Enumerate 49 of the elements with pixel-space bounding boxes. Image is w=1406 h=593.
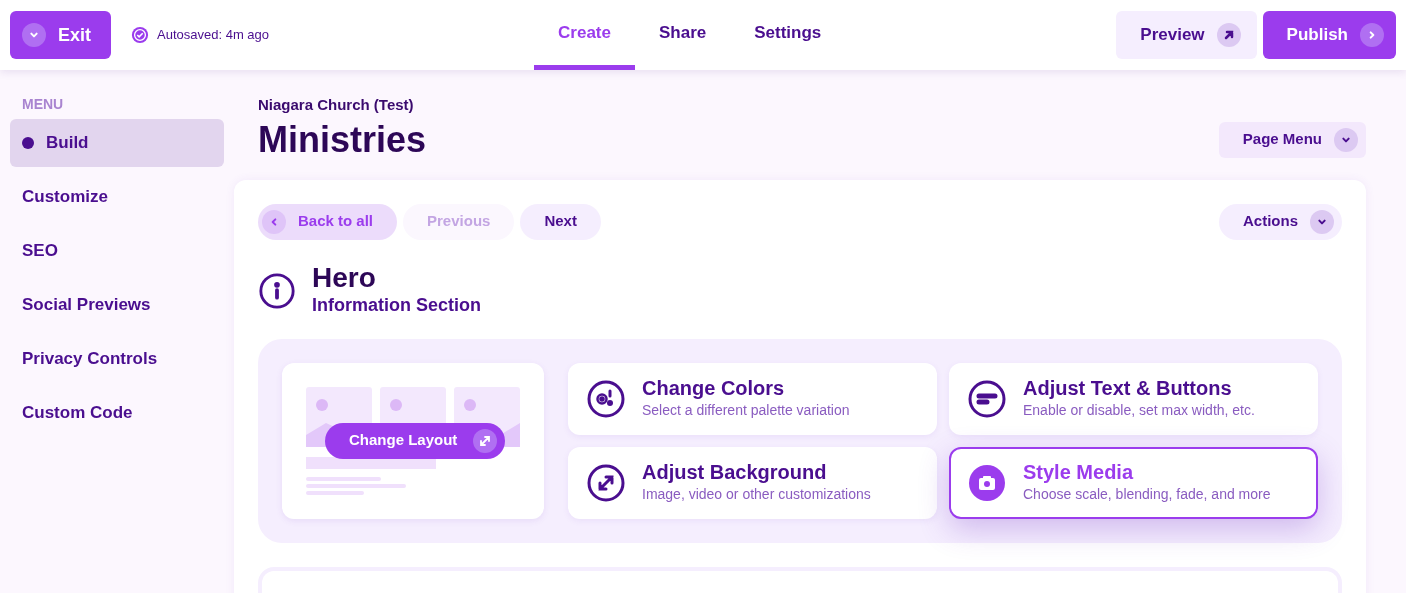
exit-button[interactable]: Exit bbox=[10, 11, 111, 59]
site-name: Niagara Church (Test) bbox=[258, 95, 415, 115]
chevron-left-icon bbox=[262, 209, 286, 234]
option-card[interactable]: Change Colors Select a different palette variation bbox=[568, 362, 937, 435]
publish-button[interactable]: Publish bbox=[1262, 11, 1396, 59]
chevron-down-icon bbox=[1334, 127, 1358, 152]
expand-icon bbox=[586, 462, 626, 503]
sidebar-item[interactable]: Custom Code bbox=[10, 389, 224, 437]
option-card[interactable]: Adjust Background Image, video or other customizations bbox=[568, 446, 937, 519]
nav-tab[interactable]: Create bbox=[534, 0, 635, 70]
section-subtitle: Information Section bbox=[312, 293, 481, 317]
nav-tab[interactable]: Share bbox=[634, 0, 731, 70]
chevron-down-icon bbox=[22, 23, 46, 47]
option-description: Choose scale, blending, fade, and more bbox=[1023, 485, 1271, 504]
palette-icon bbox=[586, 378, 626, 419]
autosave-status: Autosaved: 4m ago bbox=[157, 26, 270, 45]
chevron-right-icon bbox=[1360, 23, 1384, 47]
camera-icon bbox=[967, 462, 1007, 503]
option-card[interactable]: Style Media Choose scale, blending, fade, and more bbox=[949, 446, 1318, 519]
sidebar-item[interactable]: Privacy Controls bbox=[10, 335, 224, 383]
menu-heading: MENU bbox=[21, 95, 65, 114]
info-icon bbox=[258, 272, 296, 310]
chevron-down-icon bbox=[1310, 209, 1334, 234]
option-title: Adjust Background bbox=[642, 460, 828, 484]
option-title: Style Media bbox=[1023, 460, 1135, 484]
option-title: Change Colors bbox=[642, 376, 786, 400]
section-title: Hero bbox=[312, 263, 377, 292]
change-layout-button[interactable]: Change Layout bbox=[325, 422, 506, 459]
text-lines-icon bbox=[967, 378, 1007, 419]
back-button[interactable]: Back to all bbox=[258, 203, 398, 240]
option-description: Select a different palette variation bbox=[642, 401, 850, 420]
arrow-up-right-icon bbox=[1216, 23, 1241, 47]
preview-button[interactable]: Preview bbox=[1116, 11, 1257, 59]
option-description: Enable or disable, set max width, etc. bbox=[1023, 401, 1255, 420]
sidebar-item[interactable]: Social Previews bbox=[10, 281, 224, 329]
option-description: Image, video or other customizations bbox=[642, 485, 871, 504]
next-button[interactable]: Next bbox=[520, 203, 601, 240]
page-title: Ministries bbox=[258, 117, 427, 162]
sidebar-item[interactable]: Build bbox=[10, 119, 224, 167]
option-card[interactable]: Adjust Text & Buttons Enable or disable, set max width, etc. bbox=[949, 362, 1318, 435]
sidebar-item[interactable]: SEO bbox=[10, 227, 224, 275]
sidebar-item[interactable]: Customize bbox=[10, 173, 224, 221]
nav-tab[interactable]: Settings bbox=[730, 0, 846, 70]
bullet-icon bbox=[22, 137, 34, 149]
check-circle-icon bbox=[131, 26, 149, 44]
option-title: Adjust Text & Buttons bbox=[1023, 376, 1233, 400]
page-menu-button[interactable]: Page Menu bbox=[1218, 121, 1366, 158]
actions-button[interactable]: Actions bbox=[1219, 203, 1342, 240]
expand-icon bbox=[473, 428, 498, 453]
